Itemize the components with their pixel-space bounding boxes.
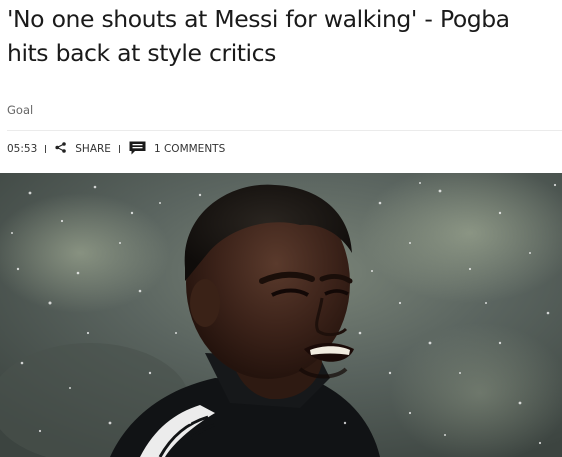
comment-icon <box>129 141 154 158</box>
article-page: 'No one shouts at Messi for walking' - P… <box>0 0 562 457</box>
meta-separator <box>45 145 47 153</box>
comments-label: 1 COMMENTS <box>153 143 226 155</box>
article-headline: 'No one shouts at Messi for walking' - P… <box>7 5 510 67</box>
share-label: SHARE <box>75 143 111 155</box>
hero-image[interactable] <box>0 173 562 457</box>
share-button[interactable]: SHARE <box>55 142 111 156</box>
hero-photo <box>0 173 562 457</box>
meta-separator <box>118 145 120 153</box>
article-source[interactable]: Goal <box>7 103 33 117</box>
article-meta-bar: 05:53 SHARE 1 COMMENTS <box>7 141 225 157</box>
comments-button[interactable]: 1 COMMENTS <box>129 141 225 158</box>
divider <box>7 130 562 131</box>
publish-time: 05:53 <box>7 143 38 155</box>
share-icon <box>55 142 75 156</box>
